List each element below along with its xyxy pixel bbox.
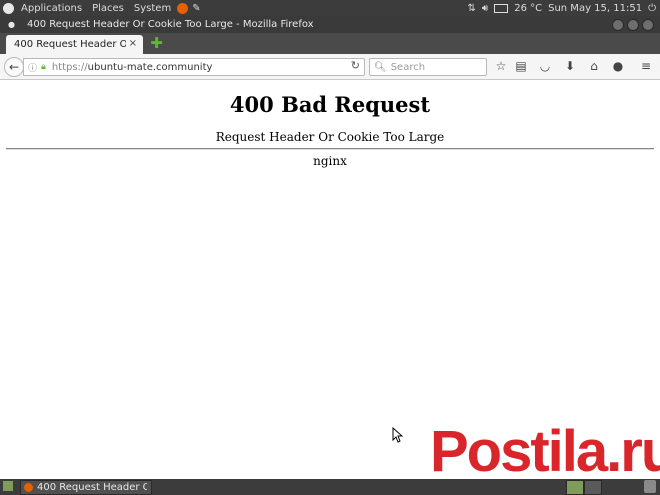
workspace-1[interactable] (566, 480, 584, 495)
search-placeholder: Search (390, 61, 426, 73)
url-bar[interactable]: ⓘ 🔒︎ https://ubuntu-mate.community ↻ (23, 58, 365, 76)
info-icon[interactable]: ⓘ (28, 61, 37, 74)
show-desktop-icon[interactable] (3, 481, 13, 491)
window-titlebar[interactable]: ● 400 Request Header Or Cookie Too Large… (0, 16, 660, 33)
firefox-task-icon (24, 483, 33, 492)
navigation-toolbar: ← ⓘ 🔒︎ https://ubuntu-mate.community ↻ 🔍… (0, 54, 660, 80)
back-button[interactable]: ← (4, 57, 24, 77)
search-icon: 🔍︎ (374, 61, 387, 73)
new-tab-button[interactable]: ✚ (150, 36, 163, 51)
watermark-logo: Postila.ru (430, 419, 660, 484)
battery-icon[interactable] (494, 3, 509, 13)
search-bar[interactable]: 🔍︎ Search (369, 58, 487, 76)
mouse-pointer-icon (392, 427, 403, 443)
workspace-2[interactable] (584, 480, 602, 495)
tab-active[interactable]: 400 Request Header Or Cookie Too Large × (6, 35, 143, 54)
downloads-icon[interactable]: ⬇ (563, 59, 577, 73)
minimize-button[interactable] (612, 19, 624, 31)
url-text[interactable]: https://ubuntu-mate.community (52, 62, 213, 73)
lock-icon[interactable]: 🔒︎ (41, 62, 46, 72)
tab-label: 400 Request Header Or Cookie Too Large (14, 39, 126, 50)
chat-icon[interactable]: ● (611, 59, 625, 73)
power-icon[interactable]: ⏻ (648, 3, 656, 14)
temperature-readout[interactable]: 26 °C (514, 3, 542, 14)
firefox-launcher-icon[interactable] (177, 2, 189, 14)
volume-icon[interactable]: 🔊︎ (482, 3, 488, 14)
error-subheading: Request Header Or Cookie Too Large (215, 130, 445, 144)
clock[interactable]: Sun May 15, 11:51 (548, 3, 642, 14)
reading-list-icon[interactable]: ▤ (514, 59, 528, 73)
tab-strip: 400 Request Header Or Cookie Too Large ×… (0, 33, 660, 54)
applications-menu[interactable]: Applications (18, 3, 85, 14)
ubuntu-mate-logo-icon[interactable] (3, 2, 14, 14)
page-content: 400 Bad Request Request Header Or Cookie… (0, 80, 660, 465)
close-window-button[interactable] (642, 19, 654, 31)
home-icon[interactable]: ⌂ (587, 59, 601, 73)
network-icon[interactable]: ⇅ (468, 3, 476, 14)
divider (6, 148, 654, 150)
window-title: 400 Request Header Or Cookie Too Large -… (26, 19, 314, 30)
trash-icon[interactable] (644, 480, 656, 493)
pocket-icon[interactable]: ◡ (538, 59, 552, 73)
feather-launcher-icon[interactable]: ✎ (192, 3, 200, 14)
reload-icon[interactable]: ↻ (351, 59, 360, 72)
top-panel: Applications Places System ✎ ⇅ 🔊︎ 26 °C … (0, 0, 660, 16)
maximize-button[interactable] (627, 19, 639, 31)
hamburger-menu-icon[interactable]: ≡ (639, 59, 653, 73)
error-heading: 400 Bad Request (229, 92, 431, 117)
bookmark-star-icon[interactable]: ☆ (494, 59, 508, 73)
window-menu-icon[interactable]: ● (8, 20, 15, 29)
taskbar-firefox-window[interactable]: 400 Request Header Or... (20, 480, 152, 495)
places-menu[interactable]: Places (89, 3, 127, 14)
tab-close-icon[interactable]: × (129, 38, 137, 49)
server-name: nginx (313, 154, 347, 168)
taskbar-label: 400 Request Header Or... (37, 482, 147, 493)
system-menu[interactable]: System (131, 3, 174, 14)
bottom-panel: 400 Request Header Or... (0, 479, 660, 495)
